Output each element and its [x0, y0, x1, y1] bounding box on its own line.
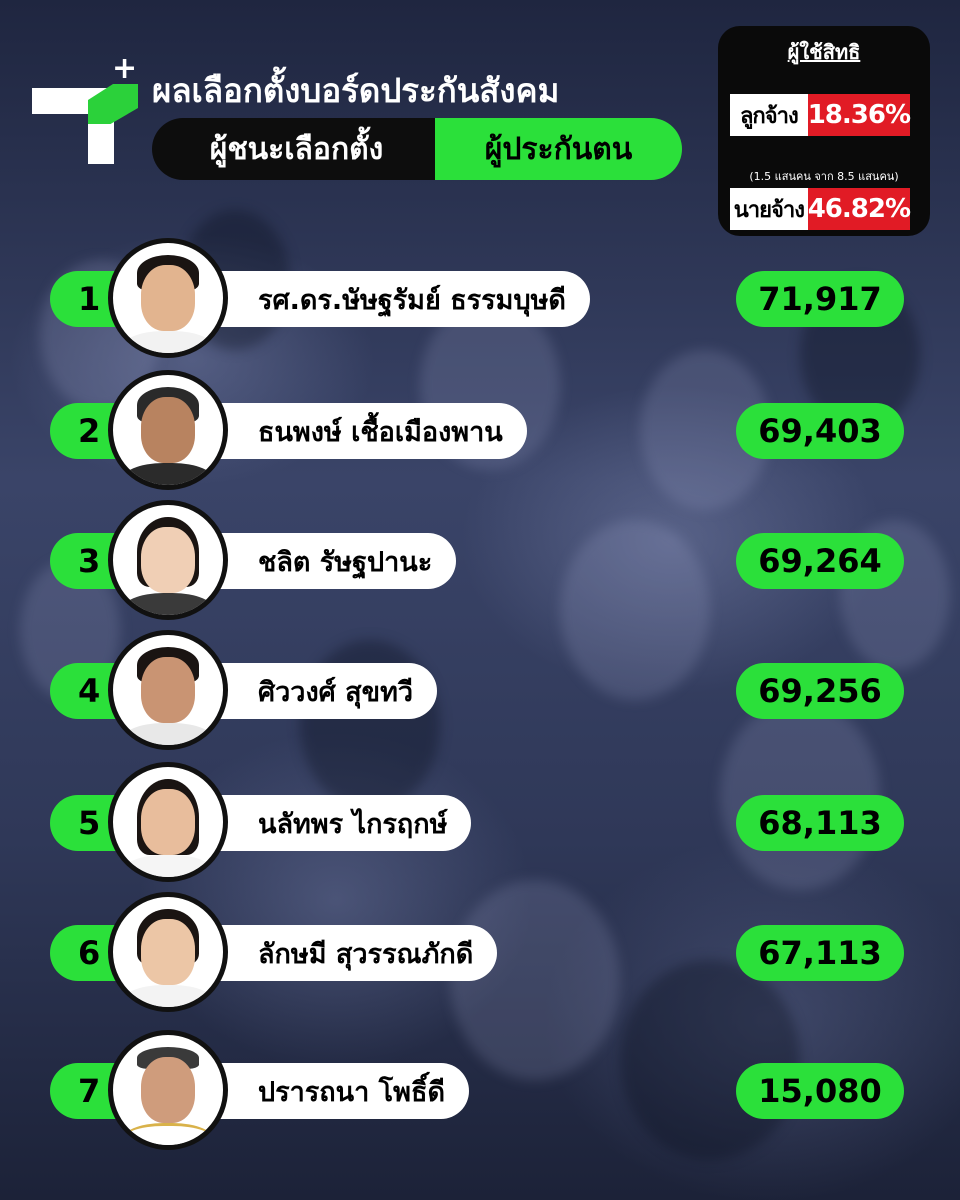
turnout-box: ผู้ใช้สิทธิ ลูกจ้าง 18.36% (1.5 แสนคน จา…	[718, 26, 930, 236]
result-row: 2 ธนพงษ์ เชื้อเมืองพาน 69,403	[50, 370, 910, 490]
candidate-name: นลัทพร ไกรฤกษ์	[190, 795, 472, 851]
vote-count: 68,113	[736, 795, 904, 851]
employee-label: ลูกจ้าง	[730, 94, 808, 136]
employee-note: (1.5 แสนคน จาก 8.5 แสนคน)	[749, 170, 899, 183]
vote-count: 71,917	[736, 271, 904, 327]
candidate-photo	[108, 500, 228, 620]
result-row: 7 ปรารถนา โพธิ์ดี 15,080	[50, 1030, 910, 1150]
turnout-employee-row: ลูกจ้าง 18.36%	[730, 94, 911, 136]
vote-count: 67,113	[736, 925, 904, 981]
candidate-name: ลักษมี สุวรรณภักดี	[190, 925, 498, 981]
candidate-photo	[108, 892, 228, 1012]
candidate-photo	[108, 630, 228, 750]
title-tags: ผู้ชนะเลือกตั้ง ผู้ประกันตน	[152, 118, 682, 180]
tag-insured: ผู้ประกันตน	[435, 118, 682, 180]
turnout-employer-row: นายจ้าง 46.82%	[730, 188, 911, 230]
vote-count: 69,264	[736, 533, 904, 589]
candidate-photo	[108, 238, 228, 358]
page-title: ผลเลือกตั้งบอร์ดประกันสังคม	[152, 71, 560, 110]
brand-logo: +	[28, 54, 138, 170]
candidate-photo	[108, 1030, 228, 1150]
vote-count: 15,080	[736, 1063, 904, 1119]
turnout-heading: ผู้ใช้สิทธิ	[787, 40, 861, 64]
employer-turnout-value: 46.82%	[807, 188, 911, 230]
candidate-photo	[108, 370, 228, 490]
result-row: 1 รศ.ดร.ษัษฐรัมย์ ธรรมบุษดี 71,917	[50, 238, 910, 358]
result-row: 3 ชลิต รัษฐปานะ 69,264	[50, 500, 910, 620]
employee-turnout-value: 18.36%	[807, 94, 911, 136]
vote-count: 69,403	[736, 403, 904, 459]
vote-count: 69,256	[736, 663, 904, 719]
candidate-name: ปรารถนา โพธิ์ดี	[190, 1063, 469, 1119]
candidate-name: รศ.ดร.ษัษฐรัมย์ ธรรมบุษดี	[190, 271, 590, 327]
candidate-photo	[108, 762, 228, 882]
result-row: 5 นลัทพร ไกรฤกษ์ 68,113	[50, 762, 910, 882]
employer-label: นายจ้าง	[730, 188, 808, 230]
result-row: 6 ลักษมี สุวรรณภักดี 67,113	[50, 892, 910, 1012]
candidate-name: ชลิต รัษฐปานะ	[190, 533, 457, 589]
result-row: 4 ศิววงศ์ สุขทวี 69,256	[50, 630, 910, 750]
candidate-name: ธนพงษ์ เชื้อเมืองพาน	[190, 403, 527, 459]
tag-winners: ผู้ชนะเลือกตั้ง	[152, 118, 435, 180]
